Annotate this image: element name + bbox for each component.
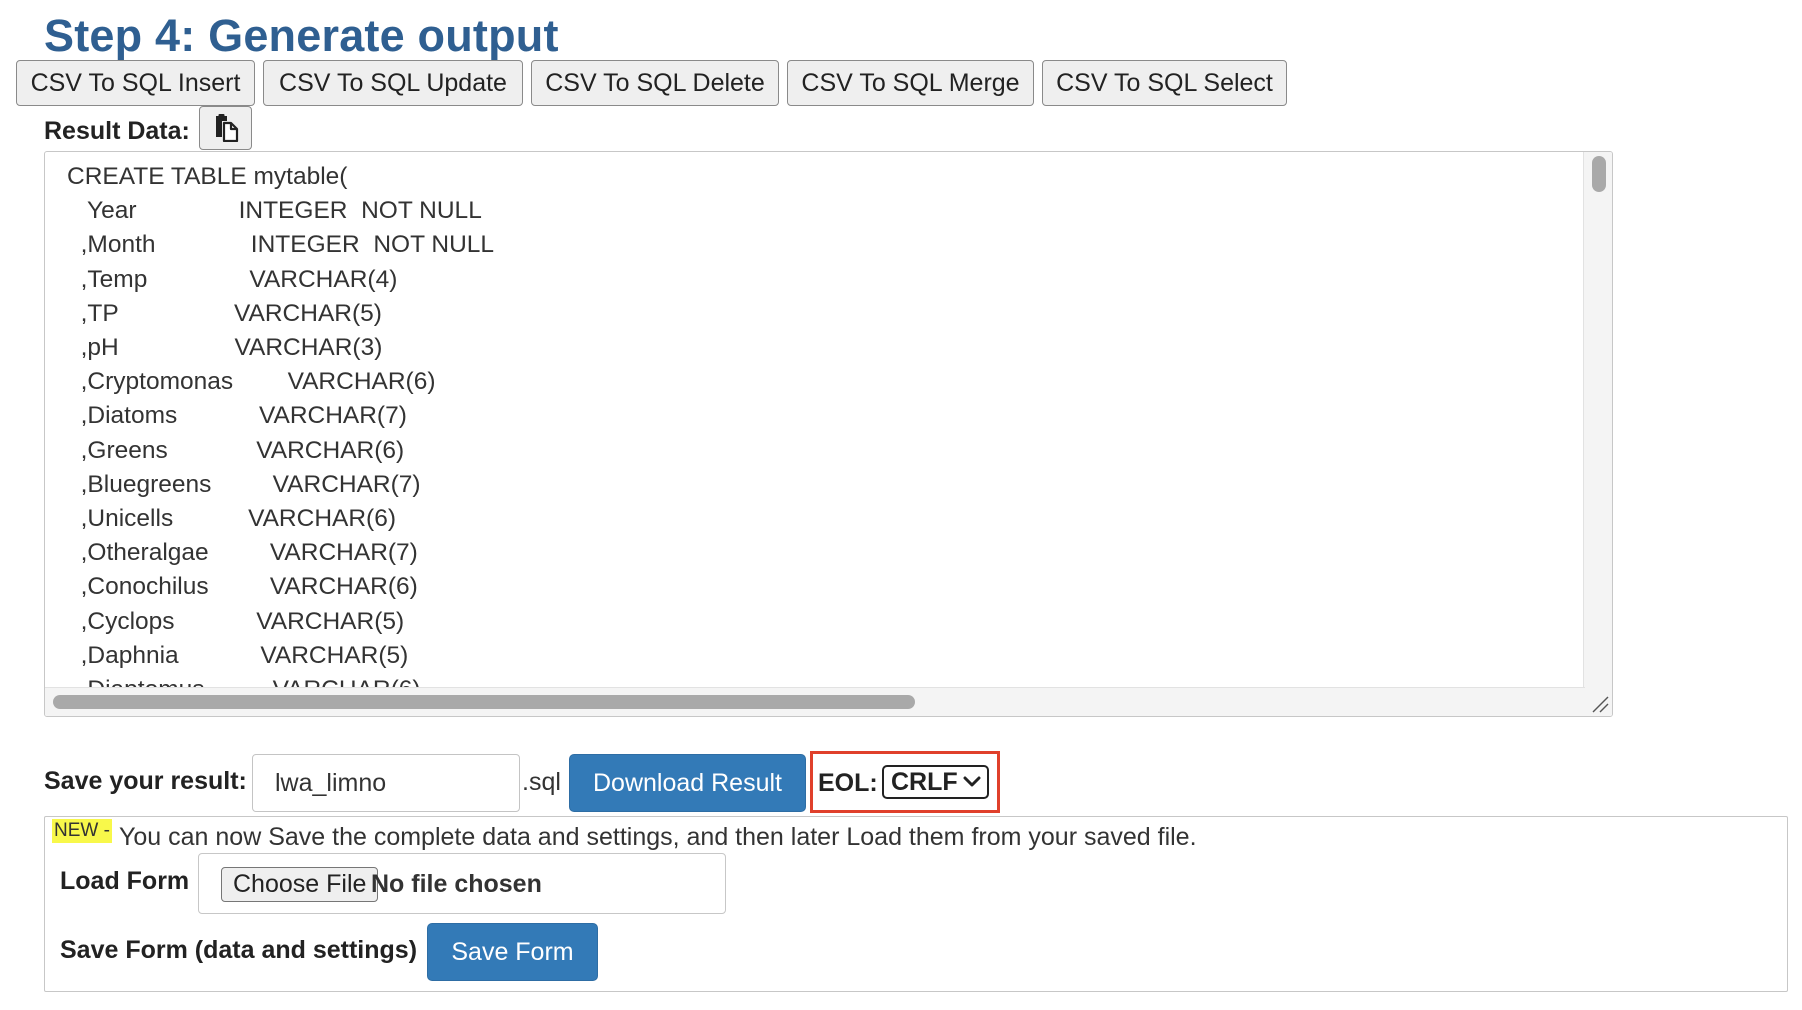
new-badge: NEW - [52,819,112,843]
chevron-down-icon [963,776,981,787]
resize-handle[interactable] [1584,688,1612,716]
save-form-label: Save Form (data and settings) [60,936,418,964]
page-title: Step 4: Generate output [44,10,559,61]
new-feature-message: You can now Save the complete data and s… [119,823,1197,851]
horizontal-scrollbar[interactable] [45,687,1585,716]
result-textarea[interactable]: CREATE TABLE mytable( Year INTEGER NOT N… [44,151,1613,717]
eol-select[interactable]: CRLF [882,765,989,799]
no-file-chosen-text: No file chosen [371,870,542,898]
eol-highlight-box: EOL: CRLF [810,751,1000,813]
eol-selected-value: CRLF [891,768,958,796]
filename-input[interactable] [252,754,520,812]
result-data-label: Result Data: [44,117,190,145]
eol-label: EOL: [818,769,878,797]
load-form-file-field: Choose File No file chosen [198,853,726,914]
result-sql-text: CREATE TABLE mytable( Year INTEGER NOT N… [67,163,495,703]
file-extension-label: .sql [522,768,561,796]
vertical-scrollbar[interactable] [1583,152,1612,688]
resize-grip-icon [1592,696,1609,713]
copy-button[interactable] [199,106,252,150]
csv-to-sql-merge-button[interactable]: CSV To SQL Merge [787,60,1034,106]
csv-to-sql-select-button[interactable]: CSV To SQL Select [1042,60,1287,106]
save-result-label: Save your result: [44,767,247,795]
horizontal-scrollbar-thumb[interactable] [53,695,915,709]
copy-icon [215,114,238,142]
save-load-form-panel: NEW - You can now Save the complete data… [44,816,1788,992]
csv-to-sql-update-button[interactable]: CSV To SQL Update [263,60,523,106]
download-result-button[interactable]: Download Result [569,754,806,812]
choose-file-button[interactable]: Choose File [221,867,379,902]
save-form-button[interactable]: Save Form [427,923,598,981]
csv-to-sql-delete-button[interactable]: CSV To SQL Delete [531,60,779,106]
load-form-label: Load Form [60,867,190,895]
csv-to-sql-insert-button[interactable]: CSV To SQL Insert [16,60,255,106]
vertical-scrollbar-thumb[interactable] [1592,156,1606,192]
